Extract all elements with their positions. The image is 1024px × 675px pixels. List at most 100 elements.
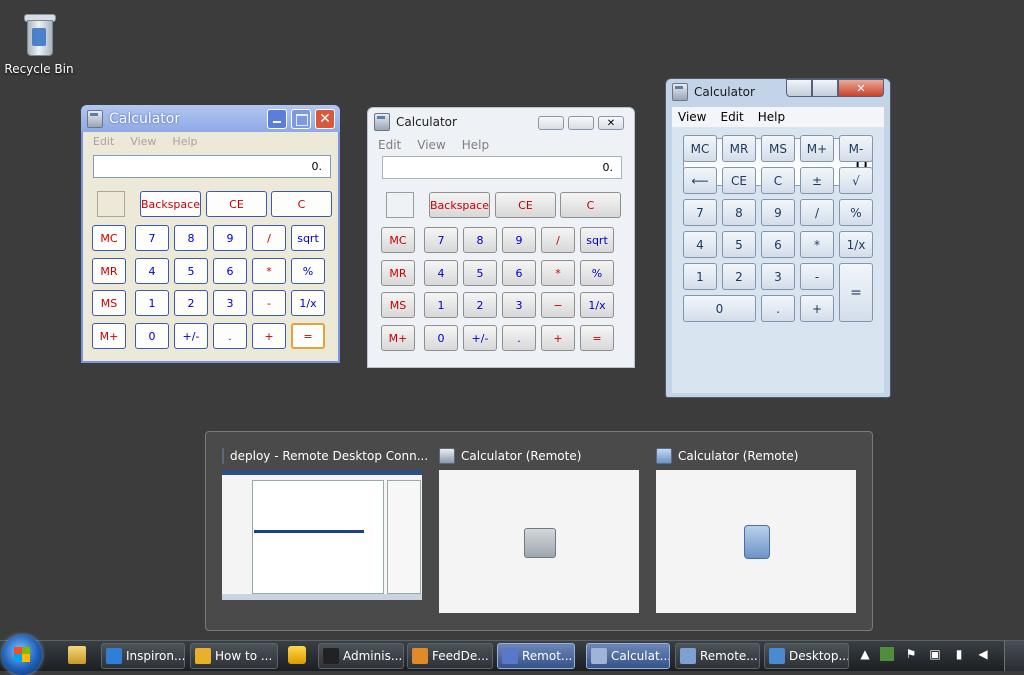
- n9-button[interactable]: 9: [761, 199, 795, 226]
- minimize-button[interactable]: [538, 116, 564, 130]
- mr-button[interactable]: MR: [722, 135, 756, 162]
- n8-button[interactable]: 8: [722, 199, 756, 226]
- taskbar-button-adminis[interactable]: Adminis...: [318, 643, 404, 669]
- m-button[interactable]: M+: [92, 323, 126, 349]
- show-desktop-button[interactable]: [1004, 641, 1024, 671]
- 7-button[interactable]: 7: [135, 225, 169, 251]
- 0-button[interactable]: 0: [135, 323, 169, 349]
- menu-edit[interactable]: Edit: [93, 135, 114, 148]
- mc-button[interactable]: MC: [92, 225, 126, 251]
- 3-button[interactable]: 3: [502, 292, 536, 318]
- plusminus-button[interactable]: ±: [800, 167, 834, 194]
- maximize-button[interactable]: [291, 109, 311, 129]
- ms-button[interactable]: MS: [761, 135, 795, 162]
- taskbar-button-remot[interactable]: Remot...: [497, 643, 575, 669]
- maximize-button[interactable]: [812, 79, 838, 97]
- thumbnail-rdp[interactable]: deploy - Remote Desktop Conn...: [222, 446, 428, 621]
- taskbar-button-desktop[interactable]: Desktop...: [764, 643, 849, 669]
- sign-button[interactable]: +/-: [174, 323, 208, 349]
- tray-expand-icon[interactable]: ▲: [858, 647, 872, 661]
- 0-button[interactable]: 0: [424, 325, 458, 351]
- thumbnail-calculator-remote-1[interactable]: Calculator (Remote): [439, 446, 639, 621]
- taskbar-button-how-to[interactable]: How to ...: [190, 643, 278, 669]
- title-bar[interactable]: Calculator ✕: [81, 105, 340, 132]
- menu-view[interactable]: View: [678, 110, 706, 124]
- pct-button[interactable]: %: [839, 199, 873, 226]
- volume-icon[interactable]: ◀: [976, 647, 990, 661]
- mc-button[interactable]: MC: [683, 135, 717, 162]
- multiply-button[interactable]: *: [541, 260, 575, 286]
- dot-button[interactable]: .: [761, 295, 795, 322]
- ms-button[interactable]: MS: [381, 292, 415, 318]
- 7-button[interactable]: 7: [424, 227, 458, 253]
- 5-button[interactable]: 5: [463, 260, 497, 286]
- 8-button[interactable]: 8: [463, 227, 497, 253]
- maximize-button[interactable]: [568, 116, 594, 130]
- percent-button[interactable]: %: [291, 258, 325, 284]
- title-bar[interactable]: Calculator ✕: [368, 108, 634, 136]
- recip-button[interactable]: 1/x: [839, 231, 873, 258]
- ce-button[interactable]: CE: [495, 192, 556, 218]
- minimize-button[interactable]: [267, 109, 287, 129]
- reciprocal-button[interactable]: 1/x: [580, 292, 614, 318]
- n3-button[interactable]: 3: [761, 263, 795, 290]
- 6-button[interactable]: 6: [213, 258, 247, 284]
- back-button[interactable]: ⟵: [683, 167, 717, 194]
- add-button[interactable]: +: [800, 295, 834, 322]
- thumbnail-calculator-remote-2[interactable]: Calculator (Remote): [656, 446, 856, 621]
- n2-button[interactable]: 2: [722, 263, 756, 290]
- ce-button[interactable]: CE: [206, 191, 267, 217]
- 4-button[interactable]: 4: [135, 258, 169, 284]
- n6-button[interactable]: 6: [761, 231, 795, 258]
- signal-icon[interactable]: ▮: [952, 647, 966, 661]
- divide-button[interactable]: /: [541, 227, 575, 253]
- ce-button[interactable]: CE: [722, 167, 756, 194]
- backspace-button[interactable]: Backspace: [429, 192, 490, 218]
- divide-button[interactable]: /: [252, 225, 286, 251]
- explorer-icon[interactable]: [68, 646, 86, 664]
- 5-button[interactable]: 5: [174, 258, 208, 284]
- reciprocal-button[interactable]: 1/x: [291, 290, 325, 316]
- start-button[interactable]: [2, 635, 42, 675]
- n4-button[interactable]: 4: [683, 231, 717, 258]
- c-button[interactable]: C: [560, 192, 621, 218]
- equals-button[interactable]: =: [291, 323, 325, 349]
- minus-button[interactable]: −: [541, 292, 575, 318]
- decimal-button[interactable]: .: [502, 325, 536, 351]
- taskbar-button-calculat[interactable]: Calculat...: [586, 643, 670, 669]
- device-icon[interactable]: ▣: [928, 647, 942, 661]
- 2-button[interactable]: 2: [174, 290, 208, 316]
- menu-edit[interactable]: Edit: [378, 138, 401, 152]
- minimize-button[interactable]: [786, 79, 812, 97]
- close-button[interactable]: ✕: [315, 109, 335, 129]
- network-app-icon[interactable]: [880, 647, 894, 661]
- plus-button[interactable]: +: [541, 325, 575, 351]
- sqrt-button[interactable]: √: [839, 167, 873, 194]
- c-button[interactable]: C: [761, 167, 795, 194]
- recycle-bin[interactable]: Recycle Bin: [4, 12, 74, 76]
- sqrt-button[interactable]: sqrt: [291, 225, 325, 251]
- mr-button[interactable]: MR: [92, 258, 126, 284]
- 3-button[interactable]: 3: [213, 290, 247, 316]
- menu-view[interactable]: View: [130, 135, 156, 148]
- menu-help[interactable]: Help: [758, 110, 785, 124]
- close-button[interactable]: ✕: [598, 116, 624, 130]
- 9-button[interactable]: 9: [502, 227, 536, 253]
- percent-button[interactable]: %: [580, 260, 614, 286]
- taskbar-button-remote[interactable]: Remote...: [675, 643, 760, 669]
- div-button[interactable]: /: [800, 199, 834, 226]
- mul-button[interactable]: *: [800, 231, 834, 258]
- n1-button[interactable]: 1: [683, 263, 717, 290]
- menu-view[interactable]: View: [417, 138, 445, 152]
- multiply-button[interactable]: *: [252, 258, 286, 284]
- eq-button[interactable]: =: [839, 263, 873, 322]
- recycle-bin-icon[interactable]: [22, 12, 56, 56]
- sub-button[interactable]: -: [800, 263, 834, 290]
- m-button[interactable]: M+: [381, 325, 415, 351]
- flag-icon[interactable]: ⚑: [904, 647, 918, 661]
- 1-button[interactable]: 1: [424, 292, 458, 318]
- minus-button[interactable]: -: [252, 290, 286, 316]
- taskbar-button-feedde[interactable]: FeedDe...: [407, 643, 493, 669]
- 1-button[interactable]: 1: [135, 290, 169, 316]
- backspace-button[interactable]: Backspace: [140, 191, 201, 217]
